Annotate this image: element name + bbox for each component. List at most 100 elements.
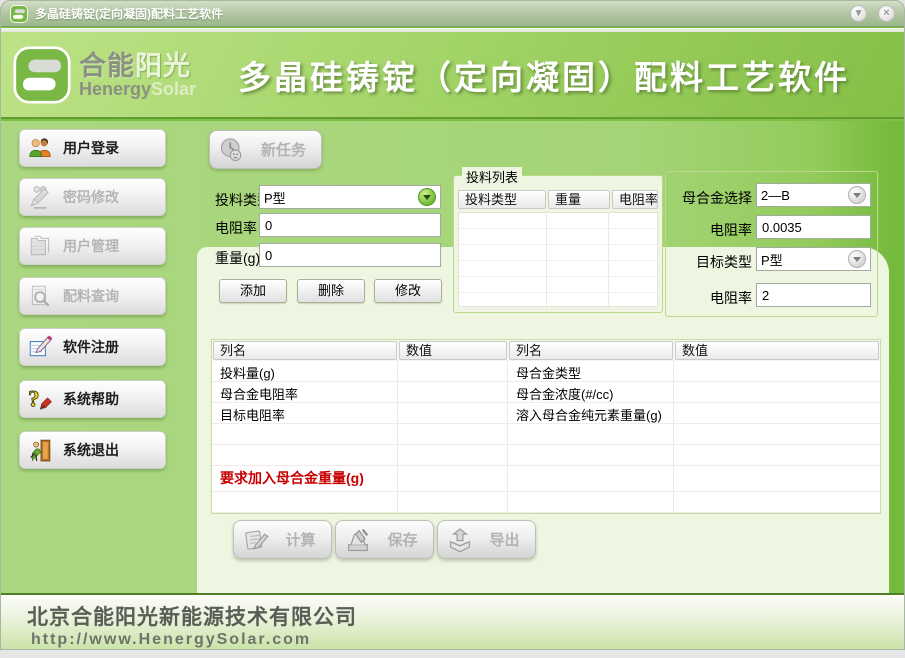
result-cell xyxy=(212,492,398,513)
sidebar-item-software-register[interactable]: 软件注册 xyxy=(19,328,166,366)
table-row: 母合金电阻率 母合金浓度(#/cc) xyxy=(212,382,880,403)
result-cell xyxy=(674,466,880,492)
result-cell xyxy=(398,382,508,403)
result-cell: 目标电阻率 xyxy=(212,403,398,424)
calculate-button: 计算 xyxy=(233,520,332,559)
sidebar-item-label: 软件注册 xyxy=(63,337,119,357)
save-icon xyxy=(344,526,372,554)
feed-resistivity-label: 电阻率 xyxy=(215,218,257,238)
feed-type-value: P型 xyxy=(264,188,418,207)
results-header-row: 列名 数值 列名 数值 xyxy=(212,340,880,361)
result-cell xyxy=(398,403,508,424)
table-row xyxy=(212,492,880,513)
table-row: 投料量(g) 母合金类型 xyxy=(212,361,880,382)
company-url: http://www.HenergySolar.com xyxy=(31,631,904,649)
table-row xyxy=(212,424,880,445)
window-title: 多晶硅铸锭(定向凝固)配料工艺软件 xyxy=(35,5,843,22)
calculate-label: 计算 xyxy=(278,529,323,550)
pencil-icon xyxy=(27,184,53,210)
brand-cn-primary: 合能 xyxy=(79,51,135,81)
close-button[interactable]: × xyxy=(878,5,895,22)
chevron-down-icon[interactable] xyxy=(848,186,866,204)
export-label: 导出 xyxy=(482,529,527,550)
export-button: 导出 xyxy=(437,520,536,559)
feed-list-col-resistivity[interactable]: 电阻率 xyxy=(612,190,658,209)
sidebar-item-user-management: 用户管理 xyxy=(19,227,166,265)
result-cell xyxy=(508,424,674,445)
alloy-group: 母合金选择 2—B 电阻率 目标类型 P型 电阻率 xyxy=(665,171,878,317)
table-row xyxy=(212,445,880,466)
minimize-button[interactable]: ▾ xyxy=(850,5,867,22)
app-logo-icon xyxy=(10,5,28,23)
brand-cn-secondary: 阳光 xyxy=(135,51,191,81)
new-task-icon xyxy=(218,136,246,164)
alloy-resistivity-label: 电阻率 xyxy=(668,220,752,240)
modify-button[interactable]: 修改 xyxy=(374,279,442,303)
sidebar-item-label: 系统退出 xyxy=(63,440,119,460)
result-cell xyxy=(212,424,398,445)
screen: 多晶硅铸锭(定向凝固)配料工艺软件 ▾ × 合能阳光 HenergySolar … xyxy=(0,0,905,658)
content-area: 用户登录 密码修改 用户管理 配料查询 软件注册 ? 系统帮助 系统退出 xyxy=(1,121,904,593)
results-col-value-2[interactable]: 数值 xyxy=(675,341,879,360)
result-cell xyxy=(508,445,674,466)
target-resistivity-input[interactable] xyxy=(756,283,871,307)
feed-list-col-type[interactable]: 投料类型 xyxy=(458,190,546,209)
results-col-value-1[interactable]: 数值 xyxy=(399,341,507,360)
alloy-resistivity-input[interactable] xyxy=(756,215,871,239)
svg-text:?: ? xyxy=(28,387,39,412)
results-table: 列名 数值 列名 数值 投料量(g) 母合金类型 母合金电阻率 母合金浓度(#/… xyxy=(211,339,881,514)
title-bar: 多晶硅铸锭(定向凝固)配料工艺软件 ▾ × xyxy=(1,1,904,27)
table-row-required-alloy-weight: 要求加入母合金重量(g) xyxy=(212,466,880,492)
brand-logo-icon xyxy=(13,46,71,104)
chevron-down-icon[interactable] xyxy=(418,188,436,206)
target-resistivity-label: 电阻率 xyxy=(668,288,752,308)
table-row: 目标电阻率 溶入母合金纯元素重量(g) xyxy=(212,403,880,424)
sidebar-item-system-help[interactable]: ? 系统帮助 xyxy=(19,380,166,418)
feed-type-combo[interactable]: P型 xyxy=(259,185,441,209)
results-col-name-2[interactable]: 列名 xyxy=(509,341,673,360)
sidebar-item-label: 系统帮助 xyxy=(63,389,119,409)
result-cell xyxy=(398,445,508,466)
target-type-value: P型 xyxy=(761,250,848,269)
sidebar-item-label: 用户管理 xyxy=(63,236,119,256)
brand-logo: 合能阳光 HenergySolar xyxy=(13,46,196,104)
result-cell: 溶入母合金纯元素重量(g) xyxy=(508,403,674,424)
question-mark-icon: ? xyxy=(27,386,53,412)
folders-icon xyxy=(27,233,53,259)
result-cell: 母合金类型 xyxy=(508,361,674,382)
feed-weight-label: 重量(g) xyxy=(215,248,260,268)
sidebar-item-label: 密码修改 xyxy=(63,187,119,207)
feed-list-col-weight[interactable]: 重量 xyxy=(548,190,610,209)
alloy-select-combo[interactable]: 2—B xyxy=(756,183,871,207)
sidebar-item-user-login[interactable]: 用户登录 xyxy=(19,129,166,167)
alloy-select-value: 2—B xyxy=(761,188,848,203)
result-cell xyxy=(674,382,880,403)
feed-weight-input[interactable] xyxy=(259,243,441,267)
results-col-name-1[interactable]: 列名 xyxy=(213,341,397,360)
result-cell xyxy=(212,445,398,466)
sidebar-item-system-exit[interactable]: 系统退出 xyxy=(19,431,166,469)
feed-resistivity-input[interactable] xyxy=(259,213,441,237)
result-cell xyxy=(508,466,674,492)
chevron-down-icon[interactable] xyxy=(848,250,866,268)
search-document-icon xyxy=(27,283,53,309)
feed-list-table[interactable] xyxy=(458,212,658,307)
result-cell xyxy=(398,424,508,445)
new-task-button: 新任务 xyxy=(209,130,322,169)
export-icon xyxy=(446,526,474,554)
result-cell xyxy=(674,424,880,445)
add-button[interactable]: 添加 xyxy=(219,279,287,303)
target-type-combo[interactable]: P型 xyxy=(756,247,871,271)
result-cell xyxy=(398,466,508,492)
target-type-label: 目标类型 xyxy=(668,252,752,272)
brand-en-primary: Henergy xyxy=(79,79,151,99)
result-cell xyxy=(674,403,880,424)
new-task-label: 新任务 xyxy=(254,139,313,160)
delete-button[interactable]: 删除 xyxy=(297,279,365,303)
feed-list-group: 投料列表 投料类型 重量 电阻率 xyxy=(453,175,663,313)
result-cell xyxy=(508,492,674,513)
calculate-icon xyxy=(242,526,270,554)
result-cell xyxy=(398,361,508,382)
result-cell: 投料量(g) xyxy=(212,361,398,382)
page-title: 多晶硅铸锭（定向凝固）配料工艺软件 xyxy=(196,51,892,99)
